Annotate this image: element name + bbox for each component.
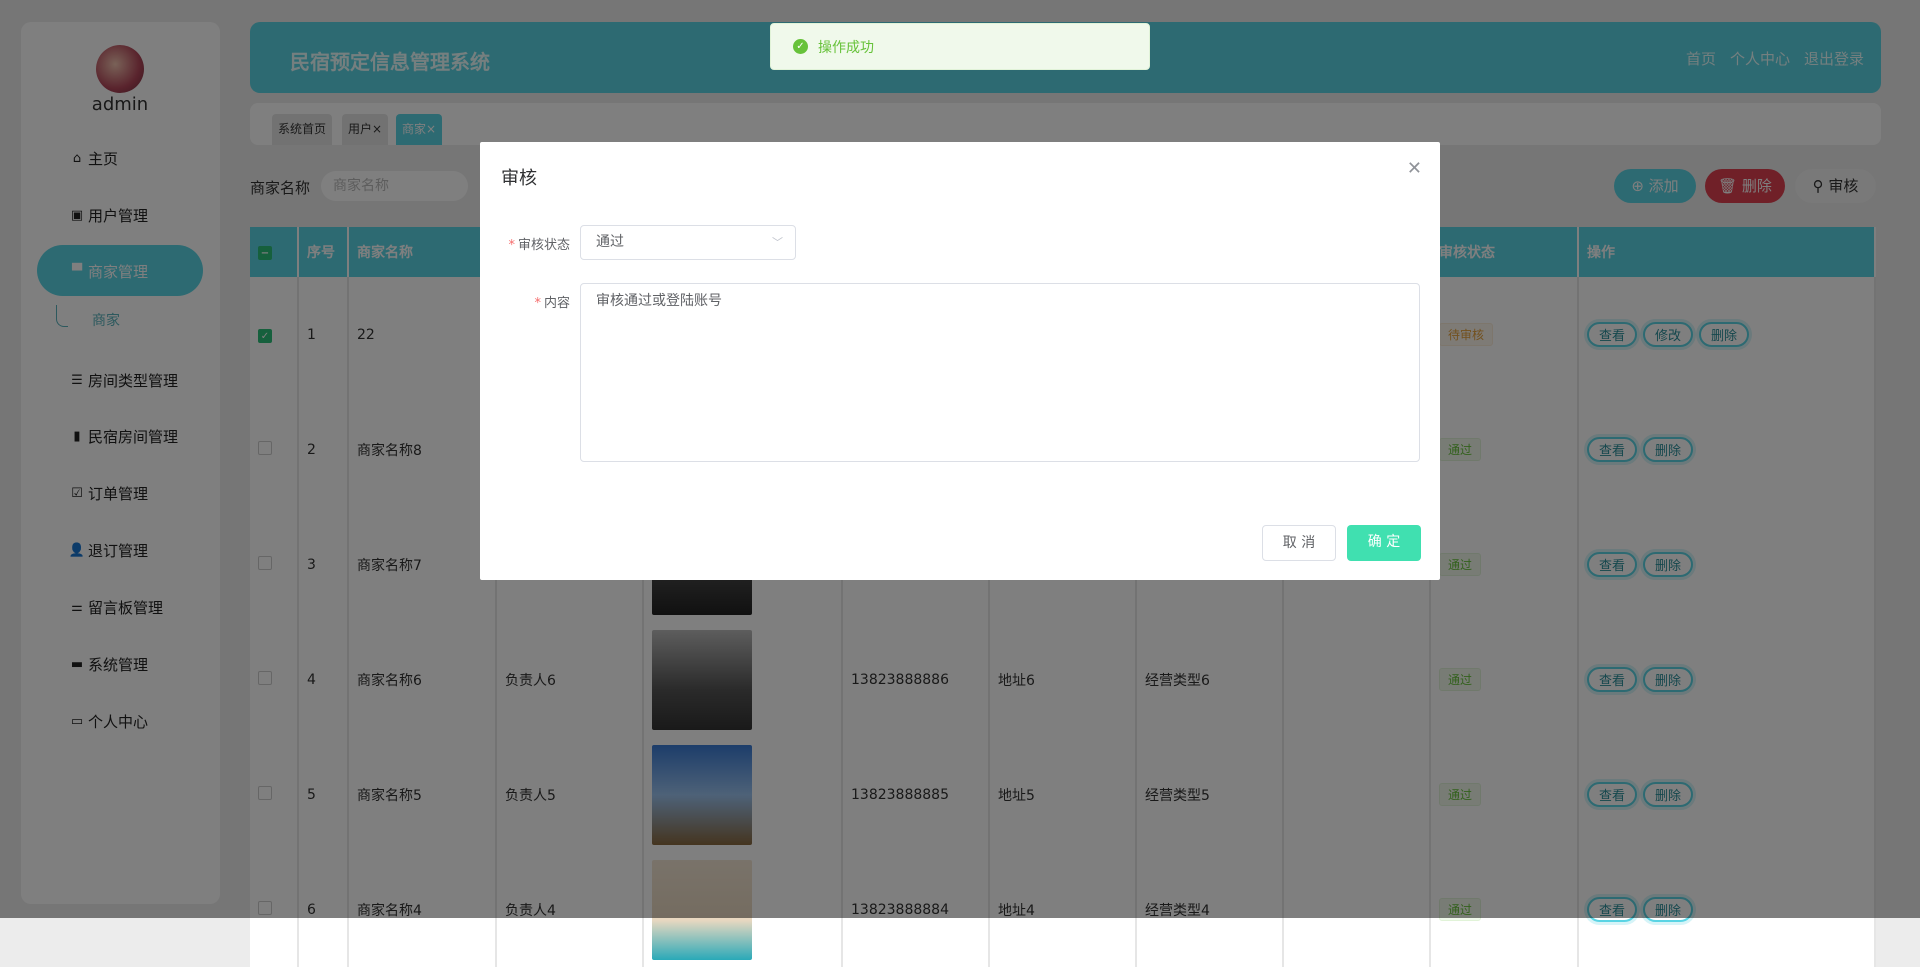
content-textarea[interactable]: 审核通过或登陆账号 bbox=[580, 283, 1420, 462]
content-label: * 内容 bbox=[534, 296, 570, 311]
status-select[interactable]: 通过 ﹀ bbox=[580, 225, 796, 260]
audit-dialog: 审核 ✕ * 审核状态 通过 ﹀ * 内容 审核通过或登陆账号 取 消 确 定 bbox=[480, 142, 1440, 580]
chevron-down-icon: ﹀ bbox=[772, 236, 783, 249]
status-label: * 审核状态 bbox=[508, 238, 570, 253]
confirm-button[interactable]: 确 定 bbox=[1347, 525, 1421, 561]
dialog-title: 审核 bbox=[501, 168, 537, 189]
toast-message: 操作成功 bbox=[818, 39, 874, 56]
cancel-button[interactable]: 取 消 bbox=[1262, 525, 1336, 561]
check-circle-icon: ✓ bbox=[793, 39, 808, 54]
success-toast: ✓ 操作成功 bbox=[770, 23, 1150, 70]
close-icon[interactable]: ✕ bbox=[1407, 158, 1422, 179]
